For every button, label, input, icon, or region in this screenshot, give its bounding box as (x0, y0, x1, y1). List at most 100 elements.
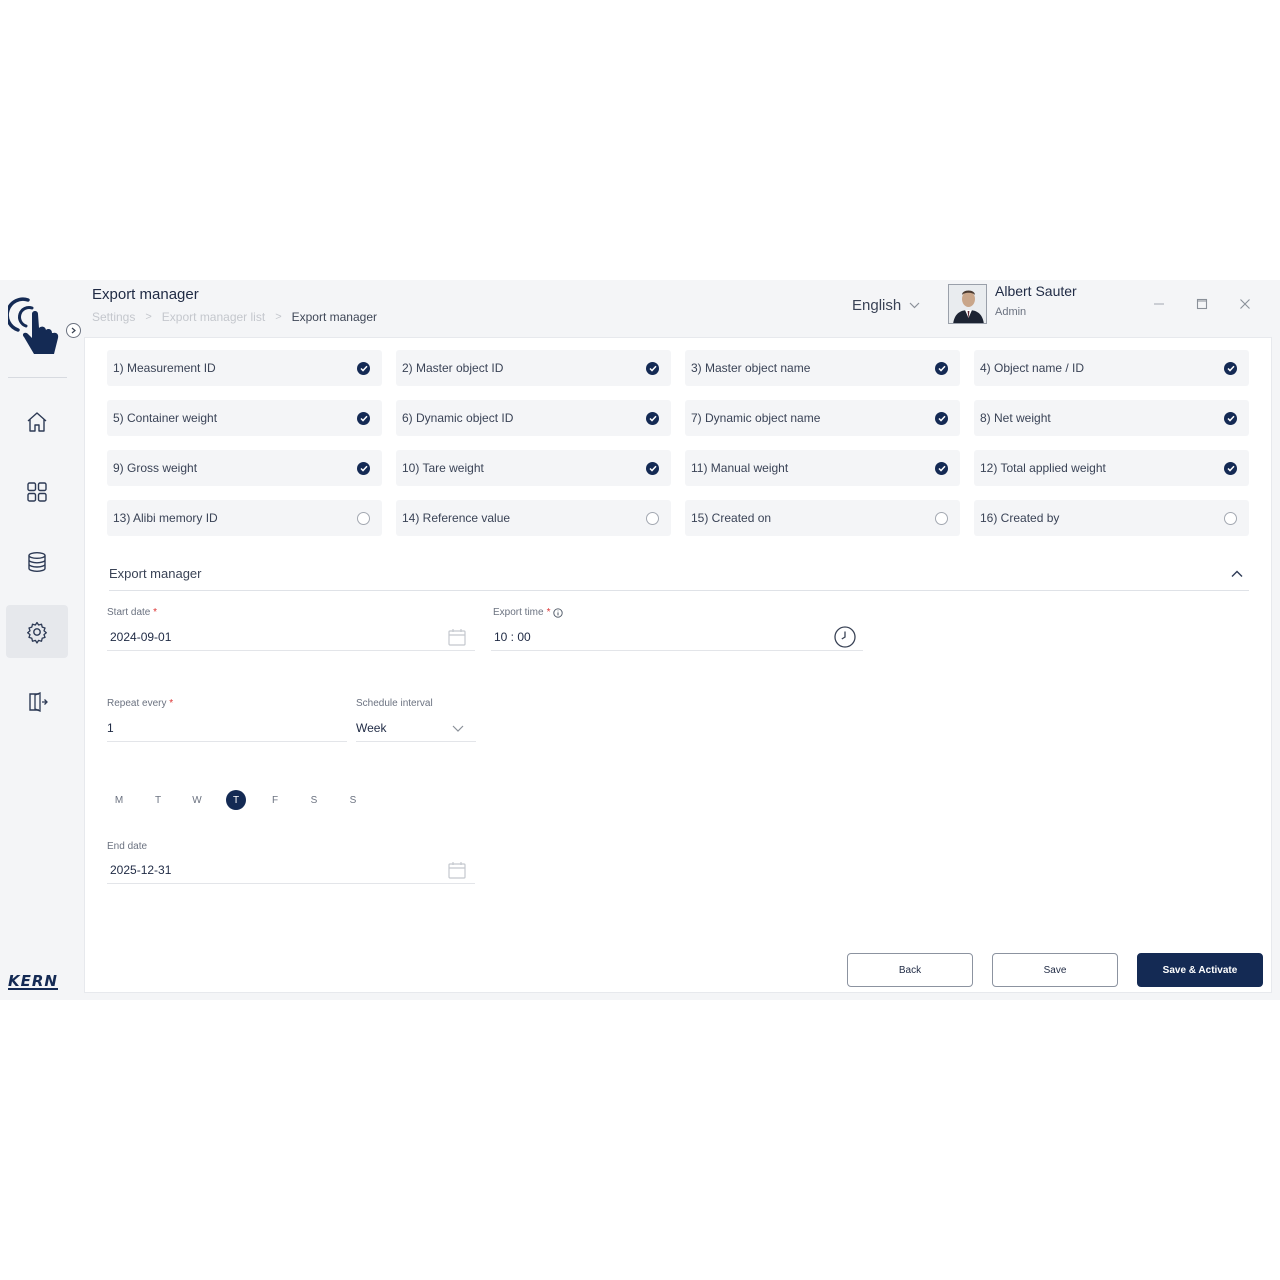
unchecked-icon[interactable] (1224, 511, 1237, 525)
export-time-input[interactable]: 10 : 00 (491, 623, 863, 651)
maximize-icon (1196, 298, 1208, 310)
field-option-label: 7) Dynamic object name (691, 411, 821, 425)
language-label: English (852, 297, 902, 314)
checked-icon[interactable] (646, 461, 659, 475)
calendar-icon[interactable] (447, 860, 467, 883)
field-option[interactable]: 15) Created on (685, 500, 960, 536)
checked-icon[interactable] (935, 361, 948, 375)
schedule-interval-value: Week (356, 720, 387, 735)
unchecked-icon[interactable] (357, 511, 370, 525)
field-option-label: 5) Container weight (113, 411, 218, 425)
field-option[interactable]: 2) Master object ID (396, 350, 671, 386)
weekday-button[interactable]: T (226, 790, 246, 810)
checked-icon[interactable] (1224, 361, 1237, 375)
export-time-label-text: Export time (493, 607, 544, 618)
unchecked-icon[interactable] (935, 511, 948, 525)
field-option-label: 3) Master object name (691, 361, 811, 375)
checked-icon[interactable] (935, 461, 948, 475)
field-option[interactable]: 9) Gross weight (107, 450, 382, 486)
field-option[interactable]: 11) Manual weight (685, 450, 960, 486)
start-date-value: 2024-09-01 (110, 629, 172, 644)
field-option[interactable]: 6) Dynamic object ID (396, 400, 671, 436)
end-date-input[interactable]: 2025-12-31 (107, 856, 475, 884)
repeat-every-value: 1 (107, 720, 114, 735)
weekday-button[interactable]: F (265, 790, 285, 810)
schedule-interval-select[interactable]: Week (356, 714, 476, 742)
chevron-up-icon[interactable] (1231, 566, 1243, 581)
breadcrumb-export-manager-list[interactable]: Export manager list (162, 310, 265, 324)
checked-icon[interactable] (357, 361, 370, 375)
start-date-input[interactable]: 2024-09-01 (107, 623, 475, 651)
field-option[interactable]: 4) Object name / ID (974, 350, 1249, 386)
close-icon (1240, 299, 1250, 309)
field-option[interactable]: 7) Dynamic object name (685, 400, 960, 436)
checked-icon[interactable] (1224, 461, 1237, 475)
repeat-every-label: Repeat every * (107, 698, 173, 709)
end-date-value: 2025-12-31 (110, 862, 172, 877)
kern-brand-logo: KERN (8, 972, 58, 990)
field-option-label: 1) Measurement ID (113, 361, 216, 375)
close-button[interactable] (1237, 296, 1253, 312)
end-date-label: End date (107, 841, 148, 852)
checked-icon[interactable] (646, 411, 659, 425)
user-role: Admin (995, 306, 1027, 318)
sidebar-divider (8, 377, 67, 378)
chevron-down-icon (909, 302, 920, 309)
field-option-label: 4) Object name / ID (980, 361, 1085, 375)
checked-icon[interactable] (935, 411, 948, 425)
minimize-icon (1154, 303, 1164, 305)
field-option[interactable]: 3) Master object name (685, 350, 960, 386)
field-option[interactable]: 1) Measurement ID (107, 350, 382, 386)
gear-icon (27, 621, 47, 644)
chevron-down-icon (452, 722, 464, 736)
checked-icon[interactable] (646, 361, 659, 375)
field-option[interactable]: 10) Tare weight (396, 450, 671, 486)
weekday-button[interactable]: M (109, 790, 129, 810)
apps-grid-icon (27, 481, 47, 502)
unchecked-icon[interactable] (646, 511, 659, 525)
sidebar-item-dashboard[interactable] (6, 465, 68, 518)
weekday-button[interactable]: T (148, 790, 168, 810)
field-option[interactable]: 8) Net weight (974, 400, 1249, 436)
schedule-interval-label: Schedule interval (356, 698, 433, 709)
sidebar-item-logout[interactable] (6, 675, 68, 728)
export-section-header[interactable]: Export manager (109, 566, 1249, 591)
sidebar-item-home[interactable] (6, 395, 68, 448)
field-option-label: 14) Reference value (402, 511, 511, 525)
checked-icon[interactable] (1224, 411, 1237, 425)
sidebar-item-database[interactable] (6, 535, 68, 588)
back-button[interactable]: Back (847, 953, 973, 987)
page-title: Export manager (92, 286, 199, 303)
required-mark: * (546, 607, 551, 618)
maximize-button[interactable] (1194, 296, 1210, 312)
field-option-label: 10) Tare weight (402, 461, 484, 475)
field-option-label: 13) Alibi memory ID (113, 511, 218, 525)
checked-icon[interactable] (357, 411, 370, 425)
field-option[interactable]: 13) Alibi memory ID (107, 500, 382, 536)
weekday-button[interactable]: W (187, 790, 207, 810)
required-mark: * (169, 698, 174, 709)
info-icon[interactable] (553, 607, 564, 618)
export-fields-grid: 1) Measurement ID 2) Master object ID 3) M… (107, 350, 1249, 536)
weekday-button[interactable]: S (304, 790, 324, 810)
weekday-button[interactable]: S (343, 790, 363, 810)
language-select[interactable]: English (852, 297, 920, 314)
field-option[interactable]: 12) Total applied weight (974, 450, 1249, 486)
avatar[interactable] (948, 284, 987, 324)
field-option-label: 16) Created by (980, 511, 1060, 525)
repeat-every-input[interactable]: 1 (107, 714, 347, 742)
sidebar-item-settings[interactable] (6, 605, 68, 658)
touch-logo-icon (5, 292, 68, 362)
breadcrumb-settings[interactable]: Settings (92, 310, 135, 324)
calendar-icon[interactable] (447, 627, 467, 650)
field-option[interactable]: 14) Reference value (396, 500, 671, 536)
minimize-button[interactable] (1151, 296, 1167, 312)
save-activate-button[interactable]: Save & Activate (1137, 953, 1263, 987)
field-option[interactable]: 5) Container weight (107, 400, 382, 436)
sidebar: KERN (0, 280, 81, 1000)
clock-icon[interactable] (833, 625, 857, 652)
checked-icon[interactable] (357, 461, 370, 475)
logout-icon (29, 691, 48, 712)
save-button[interactable]: Save (992, 953, 1118, 987)
field-option[interactable]: 16) Created by (974, 500, 1249, 536)
